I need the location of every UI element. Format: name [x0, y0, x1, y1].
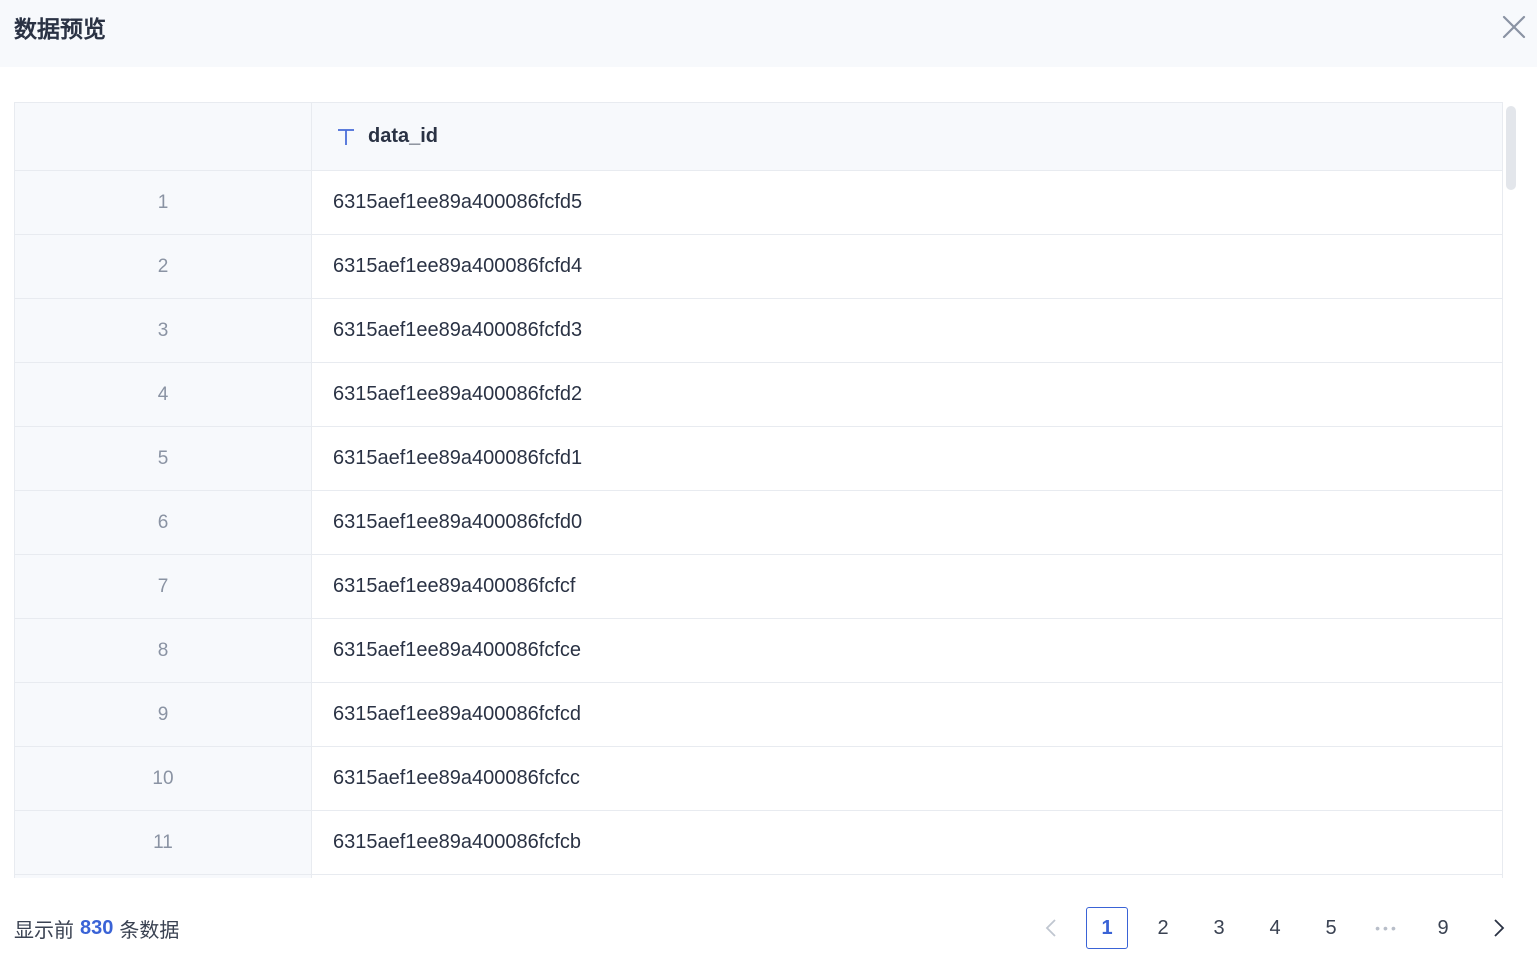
- table-row[interactable]: 12: [15, 875, 1502, 878]
- row-index-cell: 11: [15, 811, 312, 874]
- chevron-right-icon: [1494, 919, 1505, 937]
- table-row[interactable]: 5 6315aef1ee89a400086fcfd1: [15, 427, 1502, 491]
- data-id-cell: 6315aef1ee89a400086fcfcb: [333, 831, 582, 853]
- table-row[interactable]: 6 6315aef1ee89a400086fcfd0: [15, 491, 1502, 555]
- data-id-cell: 6315aef1ee89a400086fcfce: [333, 639, 582, 661]
- data-id-cell: 6315aef1ee89a400086fcfd1: [333, 447, 583, 469]
- data-id-cell: 6315aef1ee89a400086fcfd3: [333, 319, 583, 341]
- table-row[interactable]: 4 6315aef1ee89a400086fcfd2: [15, 363, 1502, 427]
- page-list: 12345: [1086, 907, 1366, 949]
- row-index-cell: 9: [15, 683, 312, 746]
- pagination: 12345 ••• 9: [1030, 907, 1534, 949]
- page-last[interactable]: 9: [1422, 907, 1464, 949]
- data-id-cell: 6315aef1ee89a400086fcfd0: [333, 511, 583, 533]
- index-column-header: [15, 103, 312, 170]
- table-row[interactable]: 8 6315aef1ee89a400086fcfce: [15, 619, 1502, 683]
- data-id-cell: [312, 875, 1502, 878]
- table-row[interactable]: 7 6315aef1ee89a400086fcfcf: [15, 555, 1502, 619]
- row-count-info: 显示前 830 条数据: [14, 913, 179, 943]
- row-index-cell: 8: [15, 619, 312, 682]
- row-count-suffix: 条数据: [119, 917, 180, 942]
- table-row[interactable]: 2 6315aef1ee89a400086fcfd4: [15, 235, 1502, 299]
- data-id-cell: 6315aef1ee89a400086fcfcc: [333, 767, 580, 789]
- row-index-cell: 6: [15, 491, 312, 554]
- row-index-cell: 3: [15, 299, 312, 362]
- row-index-cell: 5: [15, 427, 312, 490]
- row-count-value: 830: [80, 916, 114, 939]
- scrollbar-thumb[interactable]: [1506, 106, 1516, 190]
- next-page-button[interactable]: [1478, 907, 1520, 949]
- table-row[interactable]: 10 6315aef1ee89a400086fcfcc: [15, 747, 1502, 811]
- row-index-cell: 10: [15, 747, 312, 810]
- table-header: data_id: [15, 103, 1502, 171]
- column-header-label: data_id: [368, 125, 439, 147]
- data-id-cell: 6315aef1ee89a400086fcfd5: [333, 191, 583, 213]
- row-index-cell: 12: [15, 875, 312, 878]
- data-id-cell: 6315aef1ee89a400086fcfcf: [333, 575, 576, 597]
- chevron-left-icon: [1045, 919, 1056, 937]
- page-2[interactable]: 2: [1142, 907, 1184, 949]
- page-3[interactable]: 3: [1198, 907, 1240, 949]
- row-index-cell: 2: [15, 235, 312, 298]
- data-id-cell: 6315aef1ee89a400086fcfd2: [333, 383, 583, 405]
- column-header-data-id[interactable]: data_id: [312, 103, 1502, 170]
- table-row[interactable]: 1 6315aef1ee89a400086fcfd5: [15, 171, 1502, 235]
- page-5[interactable]: 5: [1310, 907, 1352, 949]
- row-index-cell: 4: [15, 363, 312, 426]
- dialog-header: 数据预览: [0, 0, 1537, 67]
- close-icon: [1502, 15, 1526, 39]
- page-1[interactable]: 1: [1086, 907, 1128, 949]
- close-button[interactable]: [1499, 12, 1529, 42]
- prev-page-button[interactable]: [1030, 907, 1072, 949]
- dialog-title: 数据预览: [14, 17, 106, 43]
- row-index-cell: 7: [15, 555, 312, 618]
- row-count-prefix: 显示前: [14, 917, 74, 942]
- text-type-icon: [336, 127, 356, 147]
- pagination-ellipsis[interactable]: •••: [1366, 907, 1408, 949]
- page-4[interactable]: 4: [1254, 907, 1296, 949]
- scrollbar-track[interactable]: [1505, 102, 1517, 878]
- preview-table[interactable]: data_id 1 6315aef1ee89a400086fcfd5 2 6315ae…: [14, 102, 1503, 878]
- table-row[interactable]: 11 6315aef1ee89a400086fcfcb: [15, 811, 1502, 875]
- data-id-cell: 6315aef1ee89a400086fcfd4: [333, 255, 583, 277]
- table-row[interactable]: 9 6315aef1ee89a400086fcfcd: [15, 683, 1502, 747]
- table-row[interactable]: 3 6315aef1ee89a400086fcfd3: [15, 299, 1502, 363]
- data-id-cell: 6315aef1ee89a400086fcfcd: [333, 703, 582, 725]
- row-index-cell: 1: [15, 171, 312, 234]
- data-preview-dialog: 数据预览 data_id 1 6315aef1ee89a400086fcfd5 2 6…: [0, 0, 1537, 961]
- table-body: 1 6315aef1ee89a400086fcfd5 2 6315aef1ee89a4…: [15, 171, 1502, 878]
